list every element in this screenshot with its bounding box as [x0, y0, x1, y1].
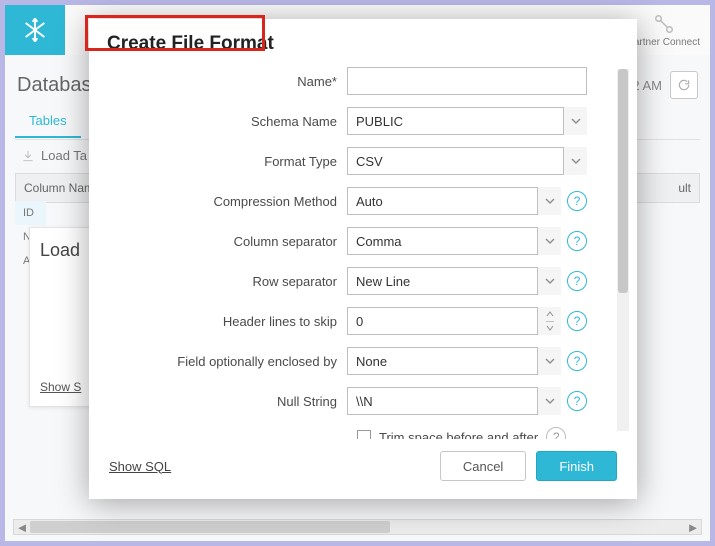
trim-checkbox[interactable]: [357, 430, 371, 439]
show-sql-link[interactable]: Show SQL: [109, 459, 171, 474]
colsep-label: Column separator: [89, 234, 347, 249]
row-id: ID: [15, 201, 46, 225]
name-input[interactable]: [347, 67, 587, 95]
compression-select[interactable]: [347, 187, 561, 215]
rowsep-select[interactable]: [347, 267, 561, 295]
chevron-down-icon[interactable]: [563, 147, 587, 175]
chevron-down-icon[interactable]: [537, 267, 561, 295]
inner-panel-title: Load: [40, 240, 88, 261]
null-select[interactable]: [347, 387, 561, 415]
scroll-thumb[interactable]: [618, 69, 628, 293]
schema-label: Schema Name: [89, 114, 347, 129]
chevron-down-icon[interactable]: [537, 347, 561, 375]
scroll-left-arrow[interactable]: ◄: [14, 520, 30, 534]
header-value[interactable]: [347, 307, 561, 335]
null-label: Null String: [89, 394, 347, 409]
compression-value[interactable]: [347, 187, 561, 215]
header-label: Header lines to skip: [89, 314, 347, 329]
partner-connect-label: Partner Connect: [627, 37, 700, 48]
modal-title: Create File Format: [107, 33, 619, 55]
enclosed-select[interactable]: [347, 347, 561, 375]
trim-label: Trim space before and after: [379, 430, 538, 440]
help-icon[interactable]: ?: [567, 231, 587, 251]
help-icon[interactable]: ?: [567, 191, 587, 211]
chevron-down-icon[interactable]: [537, 227, 561, 255]
step-up-icon[interactable]: [546, 307, 554, 322]
compression-label: Compression Method: [89, 194, 347, 209]
tab-tables[interactable]: Tables: [15, 105, 81, 138]
snowflake-logo[interactable]: [5, 5, 65, 55]
scroll-right-arrow[interactable]: ►: [685, 520, 701, 534]
schema-select[interactable]: [347, 107, 587, 135]
help-icon[interactable]: ?: [567, 351, 587, 371]
header-stepper[interactable]: [347, 307, 561, 335]
create-file-format-dialog: Create File Format Name* Schema Name For…: [89, 19, 637, 499]
help-icon[interactable]: ?: [546, 427, 566, 439]
horizontal-scrollbar[interactable]: ◄ ►: [13, 519, 702, 535]
format-select[interactable]: [347, 147, 587, 175]
inner-show-link[interactable]: Show S: [40, 380, 81, 394]
help-icon[interactable]: ?: [567, 271, 587, 291]
refresh-button[interactable]: [670, 71, 698, 99]
scroll-thumb[interactable]: [30, 521, 390, 533]
null-value[interactable]: [347, 387, 561, 415]
rowsep-label: Row separator: [89, 274, 347, 289]
format-label: Format Type: [89, 154, 347, 169]
scroll-track[interactable]: [30, 520, 685, 534]
partner-connect[interactable]: Partner Connect: [627, 13, 700, 48]
colsep-value[interactable]: [347, 227, 561, 255]
vertical-scrollbar[interactable]: [617, 69, 629, 431]
chevron-down-icon[interactable]: [537, 187, 561, 215]
help-icon[interactable]: ?: [567, 311, 587, 331]
step-down-icon[interactable]: [546, 322, 554, 336]
chevron-down-icon[interactable]: [537, 387, 561, 415]
enclosed-label: Field optionally enclosed by: [89, 354, 347, 369]
colsep-select[interactable]: [347, 227, 561, 255]
help-icon[interactable]: ?: [567, 391, 587, 411]
finish-button[interactable]: Finish: [536, 451, 617, 481]
rowsep-value[interactable]: [347, 267, 561, 295]
schema-value[interactable]: [347, 107, 587, 135]
cancel-button[interactable]: Cancel: [440, 451, 526, 481]
chevron-down-icon[interactable]: [563, 107, 587, 135]
load-tables-label: Load Ta: [41, 148, 87, 163]
name-label: Name*: [89, 74, 347, 89]
format-value[interactable]: [347, 147, 587, 175]
enclosed-value[interactable]: [347, 347, 561, 375]
